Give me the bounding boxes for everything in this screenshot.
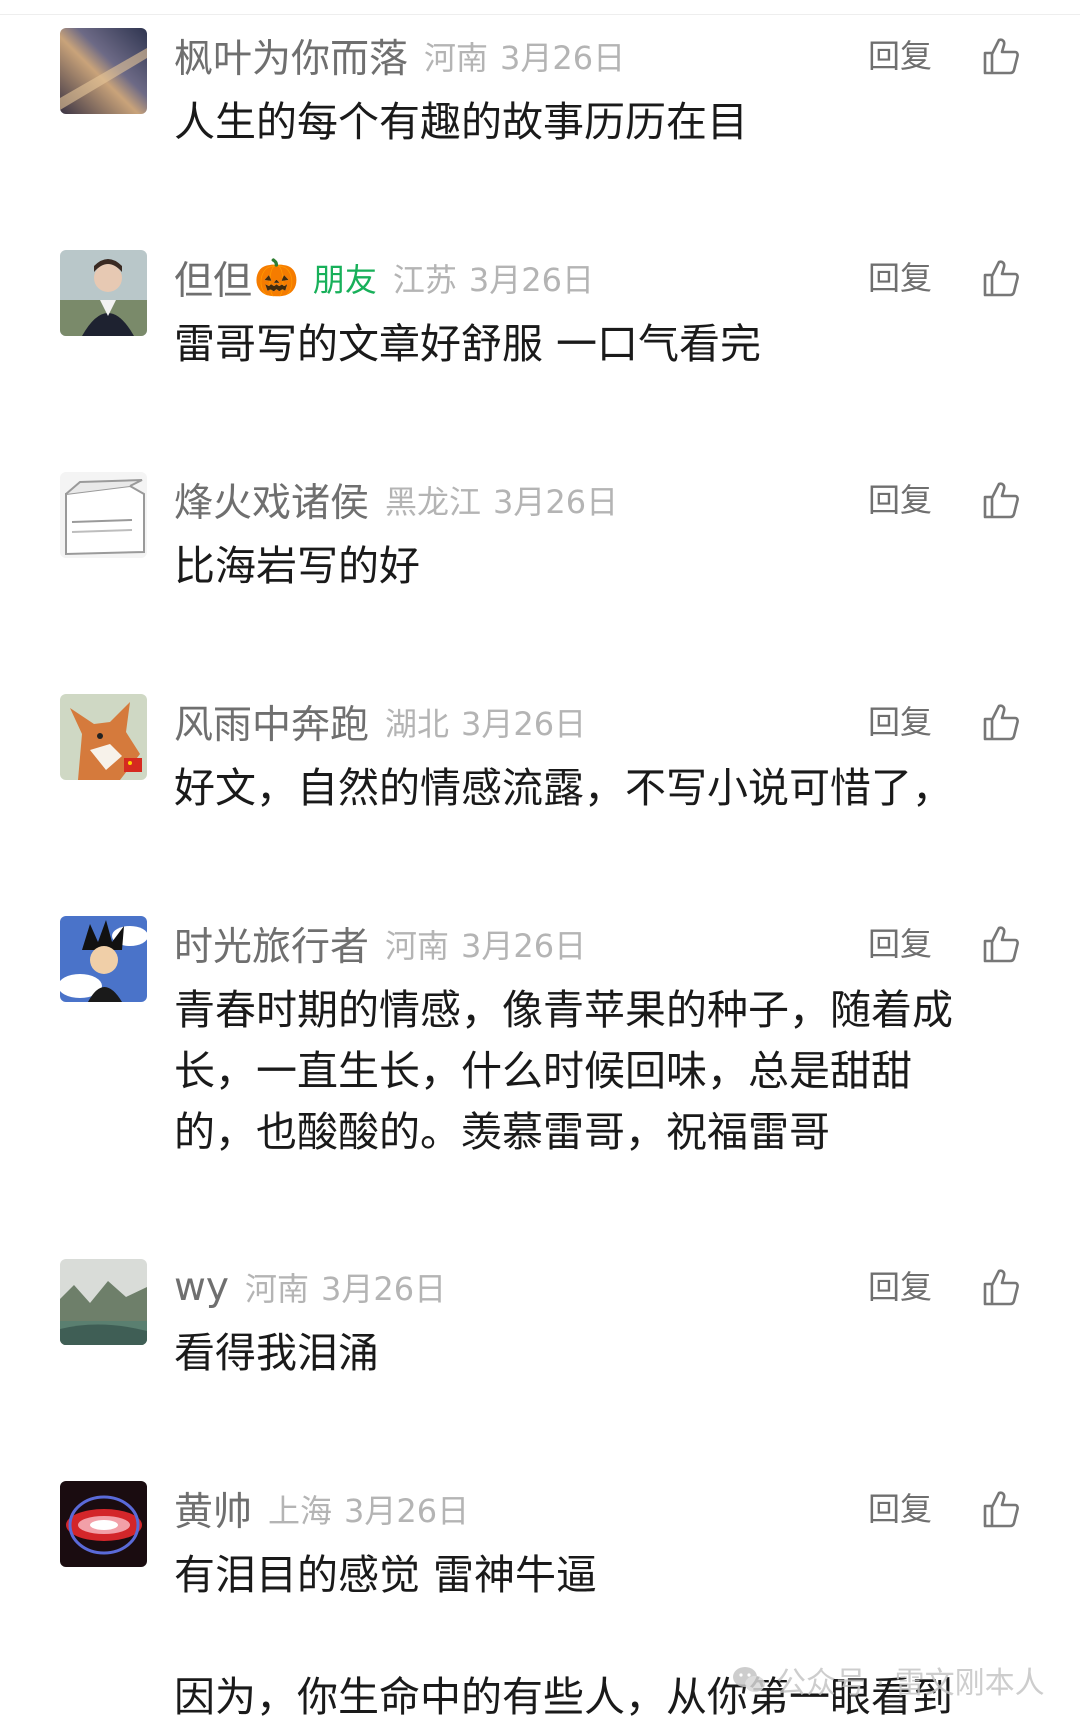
comment-date: 3月26日: [344, 1492, 470, 1530]
thumbs-up-icon[interactable]: [982, 36, 1020, 76]
pumpkin-emoji-icon: 🎃: [254, 258, 299, 299]
comment-date: 3月26日: [461, 927, 587, 965]
comment-header: 时光旅行者 河南 3月26日: [174, 918, 586, 970]
commenter-name[interactable]: 风雨中奔跑: [174, 694, 369, 750]
comment-header: 黄帅 上海 3月26日: [174, 1483, 469, 1535]
comment-location: 江苏: [392, 261, 457, 299]
comment-location: 河南: [244, 1270, 309, 1308]
commenter-name[interactable]: 但但: [174, 250, 252, 306]
comment-header: 但但 🎃 朋友 江苏 3月26日: [174, 252, 594, 304]
comment-header: 烽火戏诸侯 黑龙江 3月26日: [174, 474, 618, 526]
reply-button[interactable]: 回复: [868, 1261, 932, 1313]
comment-date: 3月26日: [493, 483, 619, 521]
reply-button[interactable]: 回复: [868, 696, 932, 748]
reply-button[interactable]: 回复: [868, 1483, 932, 1535]
comment-location: 黑龙江: [385, 483, 482, 521]
top-divider: [0, 0, 1080, 15]
reply-button[interactable]: 回复: [868, 918, 932, 970]
comment-text-line: 有泪目的感觉 雷神牛逼: [174, 1551, 598, 1599]
avatar[interactable]: [60, 916, 147, 1002]
thumbs-up-icon[interactable]: [982, 702, 1020, 742]
comment-text: 好文，自然的情感流露，不写小说可惜了，: [174, 764, 953, 812]
comment-text-line: 的，也酸酸的。羡慕雷哥，祝福雷哥: [174, 1108, 830, 1156]
avatar[interactable]: [60, 1259, 147, 1345]
comment-text-line: 青春时期的情感，像青苹果的种子，随着成: [174, 986, 953, 1034]
comment-date: 3月26日: [500, 39, 626, 77]
commenter-name[interactable]: 枫叶为你而落: [174, 28, 408, 84]
wechat-official-account-icon: [733, 1667, 765, 1692]
reply-button[interactable]: 回复: [868, 30, 932, 82]
avatar[interactable]: [60, 472, 147, 558]
comment-date: 3月26日: [468, 261, 594, 299]
comment-header: 风雨中奔跑 湖北 3月26日: [174, 696, 586, 748]
comment-location: 河南: [424, 39, 489, 77]
commenter-name[interactable]: wy: [174, 1265, 229, 1310]
avatar[interactable]: [60, 28, 147, 114]
comment-header: wy 河南 3月26日: [174, 1261, 446, 1313]
watermark-label: 公众号 · 雷文刚本人: [776, 1666, 1045, 1701]
comment-text: 雷哥写的文章好舒服 一口气看完: [174, 320, 762, 368]
comment-location: 河南: [385, 927, 450, 965]
comment-location: 湖北: [385, 705, 450, 743]
comment-text-line: 长，一直生长，什么时候回味，总是甜甜: [174, 1047, 912, 1095]
reply-button[interactable]: 回复: [868, 474, 932, 526]
avatar[interactable]: [60, 250, 147, 336]
commenter-name[interactable]: 黄帅: [174, 1481, 252, 1537]
watermark: 公众号 · 雷文刚本人: [732, 1658, 1045, 1702]
friend-badge: 朋友: [312, 261, 377, 299]
comment-text: 比海岩写的好: [174, 542, 420, 590]
thumbs-up-icon[interactable]: [982, 924, 1020, 964]
comment-header: 枫叶为你而落 河南 3月26日: [174, 30, 625, 82]
reply-button[interactable]: 回复: [868, 252, 932, 304]
comment-text: 看得我泪涌: [174, 1329, 379, 1377]
comment-location: 上海: [268, 1492, 333, 1530]
thumbs-up-icon[interactable]: [982, 480, 1020, 520]
avatar[interactable]: [60, 1481, 147, 1567]
thumbs-up-icon[interactable]: [982, 258, 1020, 298]
comment-date: 3月26日: [461, 705, 587, 743]
thumbs-up-icon[interactable]: [982, 1267, 1020, 1307]
comment-text: 青春时期的情感，像青苹果的种子，随着成 长，一直生长，什么时候回味，总是甜甜 的…: [174, 980, 1034, 1163]
commenter-name[interactable]: 烽火戏诸侯: [174, 472, 369, 528]
commenter-name[interactable]: 时光旅行者: [174, 916, 369, 972]
thumbs-up-icon[interactable]: [982, 1489, 1020, 1529]
comment-text: 人生的每个有趣的故事历历在目: [174, 98, 748, 146]
comment-date: 3月26日: [321, 1270, 447, 1308]
avatar[interactable]: [60, 694, 147, 780]
